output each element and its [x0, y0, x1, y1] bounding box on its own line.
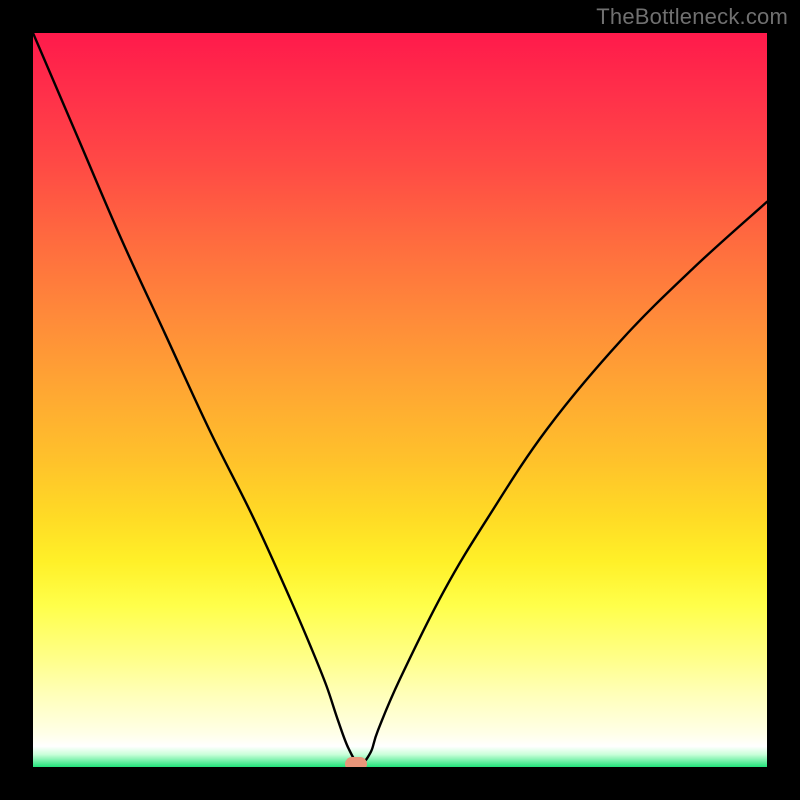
- bottleneck-curve: [33, 33, 767, 767]
- curve-path: [33, 33, 767, 764]
- plot-area: [33, 33, 767, 767]
- optimum-marker: [345, 757, 367, 767]
- watermark-text: TheBottleneck.com: [596, 4, 788, 30]
- chart-frame: TheBottleneck.com: [0, 0, 800, 800]
